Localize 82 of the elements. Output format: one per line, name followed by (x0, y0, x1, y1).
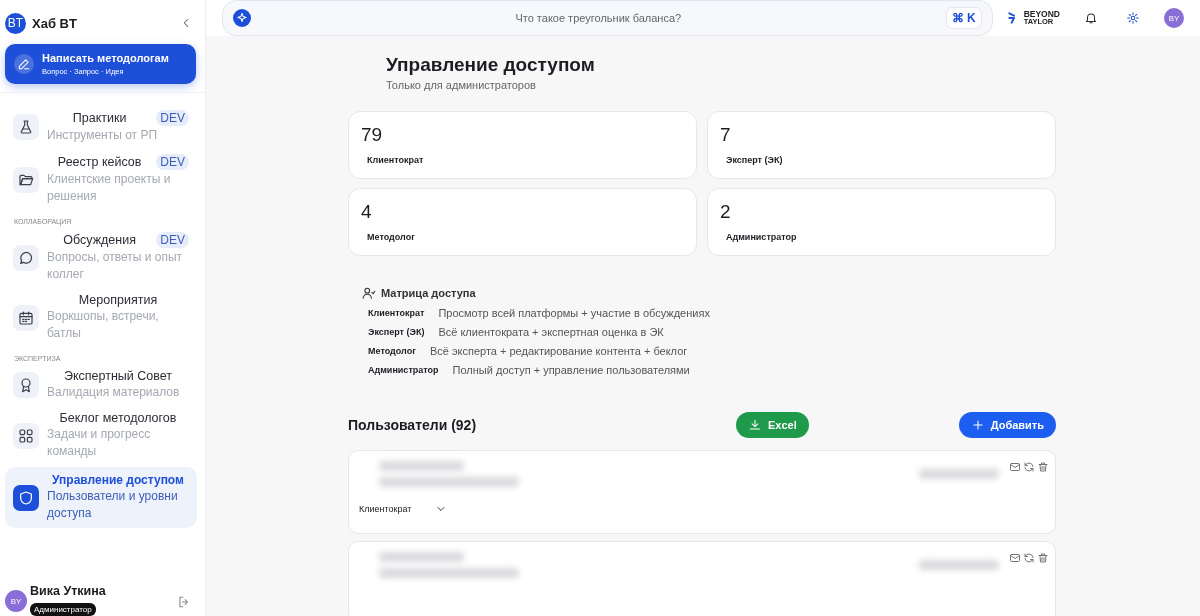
role-badge: Администратор (30, 603, 96, 616)
stat-value: 4 (361, 201, 373, 223)
role-name: Администратор (368, 365, 439, 375)
bell-icon (1084, 11, 1098, 25)
mail-button[interactable] (1009, 461, 1021, 473)
award-icon (18, 377, 34, 393)
role-name: Эксперт (ЭК) (368, 327, 425, 337)
plus-icon (970, 418, 985, 432)
nav-title: Экспертный Совет (62, 369, 174, 383)
refresh-icon (1023, 552, 1035, 564)
nav-subtitle: Вопросы, ответы и опыт коллег (47, 249, 184, 283)
nav-subtitle: Инструменты от РП (47, 127, 159, 144)
stat-label: Администратор (725, 232, 798, 242)
flask-icon (18, 119, 34, 135)
stat-label: Эксперт (ЭК) (725, 155, 784, 165)
user-avatar[interactable]: BY (1164, 8, 1184, 28)
nav-item[interactable]: Мероприятия Воркшопы, встречи, батлы (5, 290, 197, 345)
nav-subtitle: Задачи и прогресс команды (47, 426, 152, 460)
nav-subtitle: Валидация материалов (47, 384, 181, 401)
user-avatar: BY (5, 590, 27, 612)
app-title: Хаб BT (32, 15, 78, 31)
stat-label: Клиентократ (366, 155, 425, 165)
settings-icon (1126, 11, 1140, 25)
user-name: Вика Уткина (30, 584, 107, 598)
nav-title: Практики (71, 111, 128, 125)
nav-title: Мероприятия (77, 293, 159, 307)
add-button[interactable]: Добавить (958, 412, 1056, 438)
role-access: Всё клиентократа + экспертная оценка в ЭК (438, 326, 664, 338)
role-access: Просмотр всей платформы + участие в обсуждениях (438, 307, 710, 319)
grid-icon (18, 427, 34, 444)
nav-title: Реестр кейсов (56, 155, 143, 169)
sparkle-icon (235, 11, 249, 25)
trash-icon (1037, 552, 1049, 564)
pencil-icon (17, 57, 31, 71)
users-icon (362, 286, 376, 300)
search-field[interactable]: Что такое треугольник баланса? ⌘ K (222, 0, 993, 36)
calendar-icon (18, 309, 34, 326)
section-title: Матрица доступа (381, 287, 476, 299)
trash-icon (1037, 461, 1049, 473)
download-icon (747, 418, 762, 432)
logo-badge: BT (5, 12, 26, 34)
dev-badge: DEV (156, 110, 189, 126)
nav-item[interactable]: Беклог методологов Задачи и прогресс команды (5, 408, 197, 463)
logout-icon (177, 595, 191, 609)
reset-button[interactable] (1023, 461, 1035, 473)
mail-icon (1009, 461, 1021, 473)
excel-button[interactable]: Excel (735, 412, 809, 438)
nav-title: Управление доступом (51, 473, 185, 487)
nav-title: Обсуждения (62, 233, 137, 247)
chat-bubble-icon (18, 249, 34, 266)
stat-value: 7 (720, 124, 732, 146)
nav-subtitle: Клиентские проекты и решения (47, 171, 172, 205)
role-select[interactable]: Клиентократ (359, 499, 448, 519)
stat-value: 79 (361, 124, 384, 146)
search-input[interactable]: Что такое треугольник баланса? (259, 11, 938, 25)
role-access: Полный доступ + управление пользователями (452, 364, 690, 376)
nav-subtitle: Воркшопы, встречи, батлы (47, 308, 160, 342)
users-title: Пользователи (92) (348, 417, 478, 433)
nav-item[interactable]: Обсуждения DEV Вопросы, ответы и опыт коллег (5, 229, 197, 286)
delete-button[interactable] (1037, 461, 1049, 473)
nav-item[interactable]: Экспертный Совет Валидация материалов (5, 366, 197, 404)
mail-button[interactable] (1009, 552, 1021, 564)
role-name: Методолог (368, 346, 416, 356)
nav-item[interactable]: Управление доступом Пользователи и уровни доступа (5, 467, 197, 528)
reset-button[interactable] (1023, 552, 1035, 564)
refresh-icon (1023, 461, 1035, 473)
role-access: Всё эксперта + редактирование контента + беклог (429, 345, 688, 357)
nav-subtitle: Пользователи и уровни доступа (47, 488, 179, 522)
dev-badge: DEV (156, 232, 189, 248)
delete-button[interactable] (1037, 552, 1049, 564)
shortcut-key: ⌘ K (945, 7, 982, 29)
shield-icon (18, 489, 34, 506)
nav-title: Беклог методологов (58, 411, 178, 425)
dev-badge: DEV (156, 154, 189, 170)
nav-item[interactable]: Практики DEV Инструменты от РП (5, 107, 197, 147)
nav-item[interactable]: Реестр кейсов DEV Клиентские проекты и решения (5, 151, 197, 208)
stat-value: 2 (720, 201, 732, 223)
page-title: Управление доступом (386, 54, 596, 76)
role-name: Клиентократ (368, 308, 425, 318)
page-subtitle: Только для администраторов (386, 79, 537, 91)
stat-label: Методолог (366, 232, 416, 242)
mail-icon (1009, 552, 1021, 564)
